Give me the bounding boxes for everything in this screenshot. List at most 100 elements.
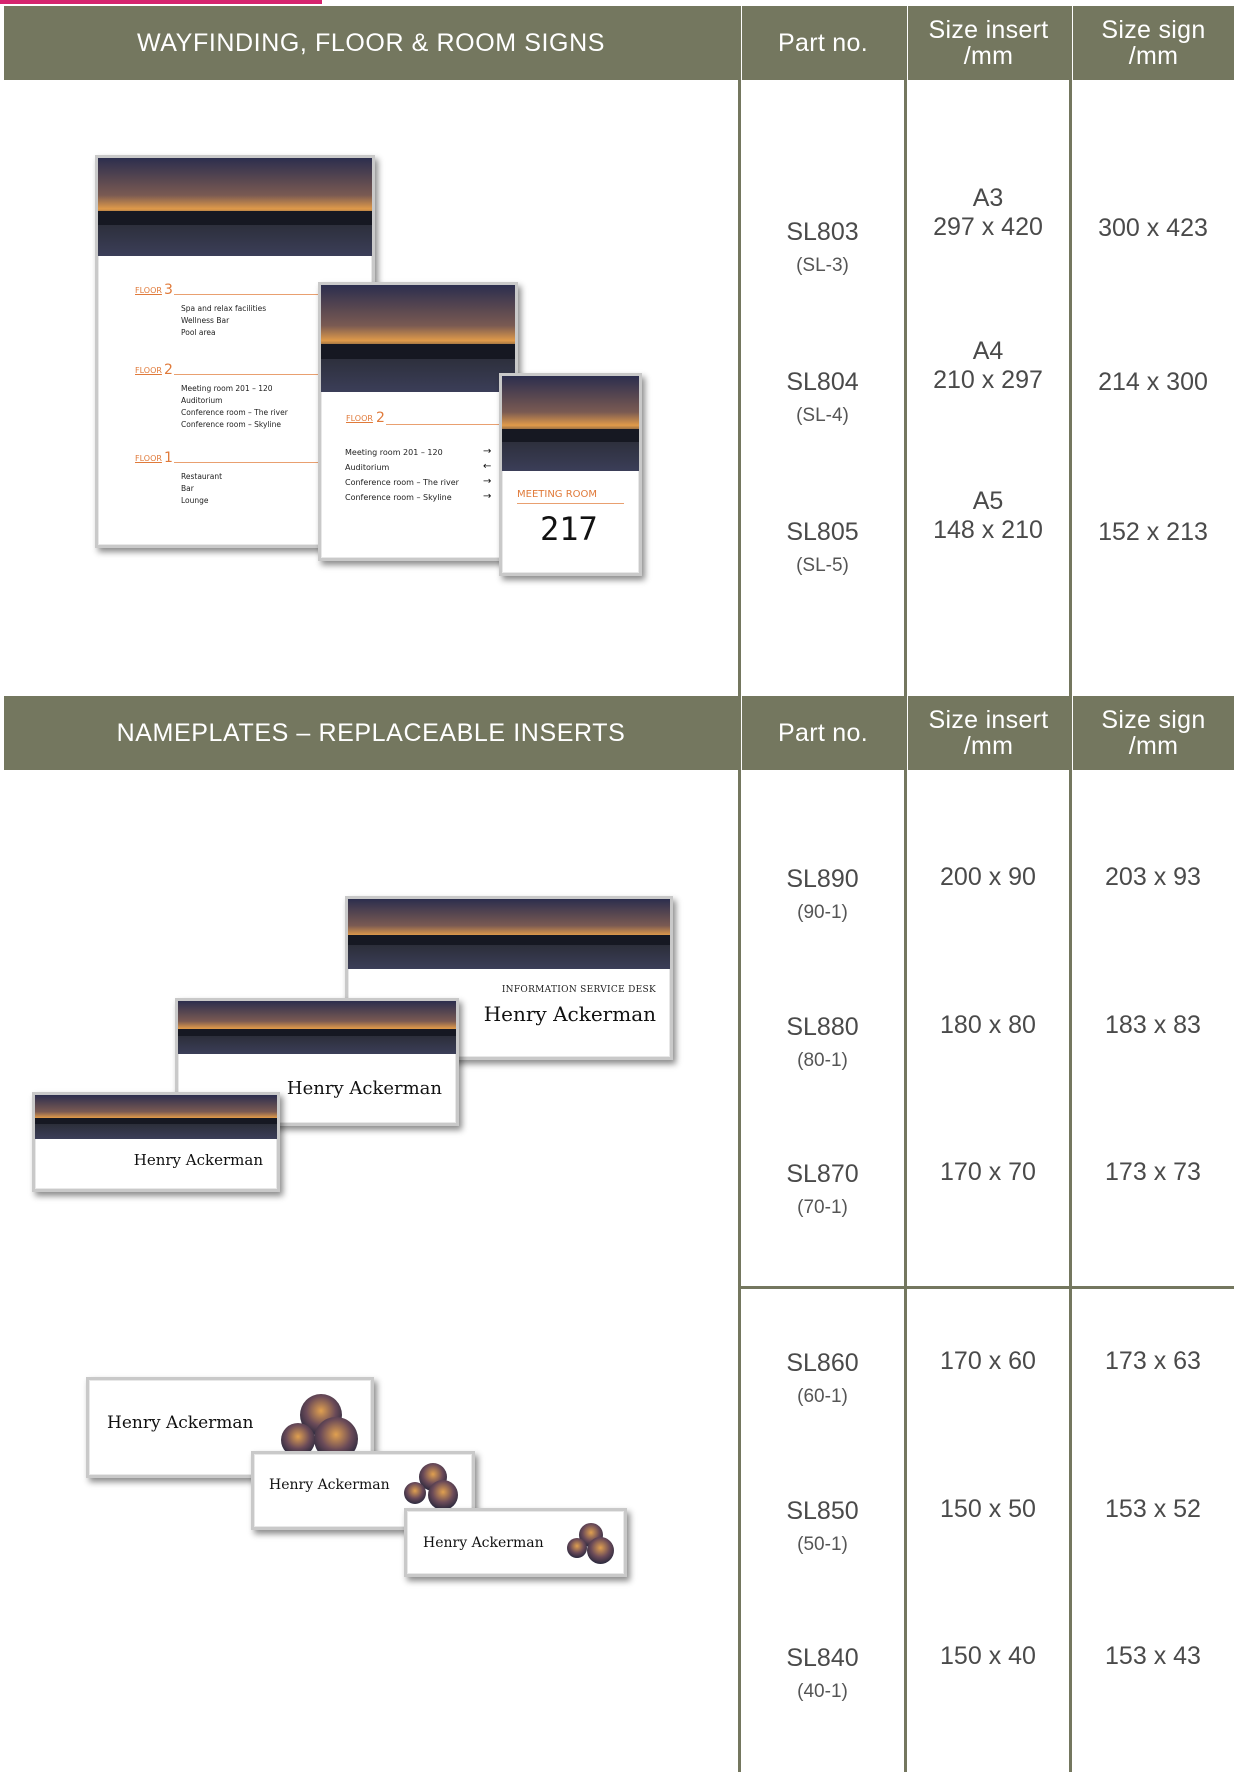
floor-list: Meeting room 201 – 120 Auditorium Conferen… (181, 384, 288, 429)
divider (1069, 696, 1072, 1772)
sign-size: 153 x 43 (1105, 1642, 1201, 1670)
col-part-label: Part no. (778, 718, 868, 747)
old-part-number: (40-1) (797, 1680, 848, 1702)
part-cell: SL805 (SL-5) (741, 518, 904, 577)
sign-cell: 153 x 43 (1072, 1642, 1234, 1671)
floor-label: FLOOR (135, 454, 162, 463)
arrow-left-icon: ← (483, 461, 492, 472)
sign-cell: 152 x 213 (1072, 518, 1234, 547)
sign-size: 300 x 423 (1098, 214, 1208, 242)
floor-rule (386, 424, 515, 425)
room-number: 217 (540, 510, 598, 548)
insert-size: 148 x 210 (933, 515, 1043, 544)
part-cell: SL860 (60-1) (741, 1349, 904, 1408)
old-part-number: (50-1) (797, 1533, 848, 1555)
arrow-right-icon: → (483, 446, 492, 457)
circle-motif-icon (428, 1480, 458, 1510)
part-number: SL840 (786, 1644, 859, 1672)
room-sign-a5: MEETING ROOM 217 (499, 373, 642, 576)
col-insert-label: Size insert /mm (928, 15, 1049, 70)
insert-size: 170 x 60 (940, 1347, 1036, 1375)
insert-cell: A4 210 x 297 (907, 337, 1069, 395)
nameplate-sl870: Henry Ackerman (32, 1092, 280, 1192)
part-number: SL805 (786, 518, 859, 546)
old-part-number: (60-1) (797, 1385, 848, 1407)
circle-motif-icon (404, 1482, 426, 1504)
harbor-photo (178, 1001, 456, 1054)
arrow-right-icon: → (483, 491, 492, 502)
old-part-number: (90-1) (797, 901, 848, 923)
section1-col-sign: Size sign /mm (1073, 6, 1234, 80)
sign-size: 152 x 213 (1098, 518, 1208, 546)
part-number: SL890 (786, 865, 859, 893)
paper-format: A4 (972, 337, 1004, 365)
insert-size: 297 x 420 (933, 212, 1043, 241)
divider (738, 696, 741, 1772)
insert-cell: 200 x 90 (907, 863, 1069, 892)
insert-cell: 170 x 70 (907, 1158, 1069, 1187)
part-cell: SL850 (50-1) (741, 1497, 904, 1556)
floor-label: FLOOR (135, 366, 162, 375)
section2-title-text: NAMEPLATES – REPLACEABLE INSERTS (116, 718, 626, 747)
col-sign-label: Size sign /mm (1101, 705, 1206, 760)
sign-size: 153 x 52 (1105, 1495, 1201, 1523)
nameplate-name: Henry Ackerman (107, 1413, 254, 1433)
sign-size: 214 x 300 (1098, 368, 1208, 396)
part-cell: SL870 (70-1) (741, 1160, 904, 1219)
part-cell: SL890 (90-1) (741, 865, 904, 924)
part-number: SL850 (786, 1497, 859, 1525)
sign-size: 173 x 63 (1105, 1347, 1201, 1375)
divider (1069, 6, 1072, 696)
part-cell: SL804 (SL-4) (741, 368, 904, 427)
floor-number: 2 (376, 410, 385, 426)
nameplate-name: Henry Ackerman (286, 1078, 442, 1099)
insert-size: 180 x 80 (940, 1011, 1036, 1039)
old-part-number: (SL-4) (796, 404, 849, 426)
insert-cell: A3 297 x 420 (907, 184, 1069, 242)
insert-cell: A5 148 x 210 (907, 487, 1069, 545)
part-cell: SL840 (40-1) (741, 1644, 904, 1703)
floor-number: 1 (164, 450, 173, 466)
direction-arrows: → ← → → (483, 444, 491, 504)
sign-cell: 153 x 52 (1072, 1495, 1234, 1524)
room-rule (517, 503, 624, 504)
old-part-number: (80-1) (797, 1049, 848, 1071)
section2-col-sign: Size sign /mm (1073, 696, 1234, 770)
accent-bar (0, 0, 322, 4)
sign-cell: 214 x 300 (1072, 368, 1234, 397)
nameplate-sl840: Henry Ackerman (404, 1508, 627, 1577)
part-number: SL860 (786, 1349, 859, 1377)
sign-cell: 173 x 63 (1072, 1347, 1234, 1376)
row-divider (738, 1286, 1234, 1289)
arrow-right-icon: → (483, 476, 492, 487)
insert-cell: 150 x 40 (907, 1642, 1069, 1671)
insert-size: 150 x 50 (940, 1495, 1036, 1523)
circle-motif-icon (567, 1538, 587, 1558)
nameplate-name: Henry Ackerman (269, 1477, 390, 1493)
part-number: SL803 (786, 218, 859, 246)
circle-motif-icon (587, 1537, 614, 1564)
sign-size: 173 x 73 (1105, 1158, 1201, 1186)
insert-size: 210 x 297 (933, 365, 1043, 394)
insert-cell: 150 x 50 (907, 1495, 1069, 1524)
sign-cell: 183 x 83 (1072, 1011, 1234, 1040)
insert-size: 200 x 90 (940, 863, 1036, 891)
floor-label: FLOOR (346, 414, 373, 423)
sign-cell: 203 x 93 (1072, 863, 1234, 892)
section1-title: WAYFINDING, FLOOR & ROOM SIGNS (4, 6, 738, 80)
divider (904, 696, 907, 1772)
paper-format: A5 (972, 487, 1004, 515)
nameplate-name: Henry Ackerman (423, 1535, 544, 1551)
section1-col-insert: Size insert /mm (908, 6, 1069, 80)
part-number: SL880 (786, 1013, 859, 1041)
floor-list: Spa and relax facilities Wellness Bar Pool… (181, 304, 267, 337)
nameplate-name: Henry Ackerman (133, 1151, 263, 1169)
paper-format: A3 (972, 184, 1004, 212)
sign-size: 203 x 93 (1105, 863, 1201, 891)
sign-cell: 300 x 423 (1072, 214, 1234, 243)
section2-col-part: Part no. (742, 696, 904, 770)
harbor-photo (502, 376, 639, 471)
harbor-photo (348, 899, 670, 969)
col-part-label: Part no. (778, 28, 868, 57)
floor-list: Meeting room 201 – 120 Auditorium Conferen… (345, 448, 459, 502)
